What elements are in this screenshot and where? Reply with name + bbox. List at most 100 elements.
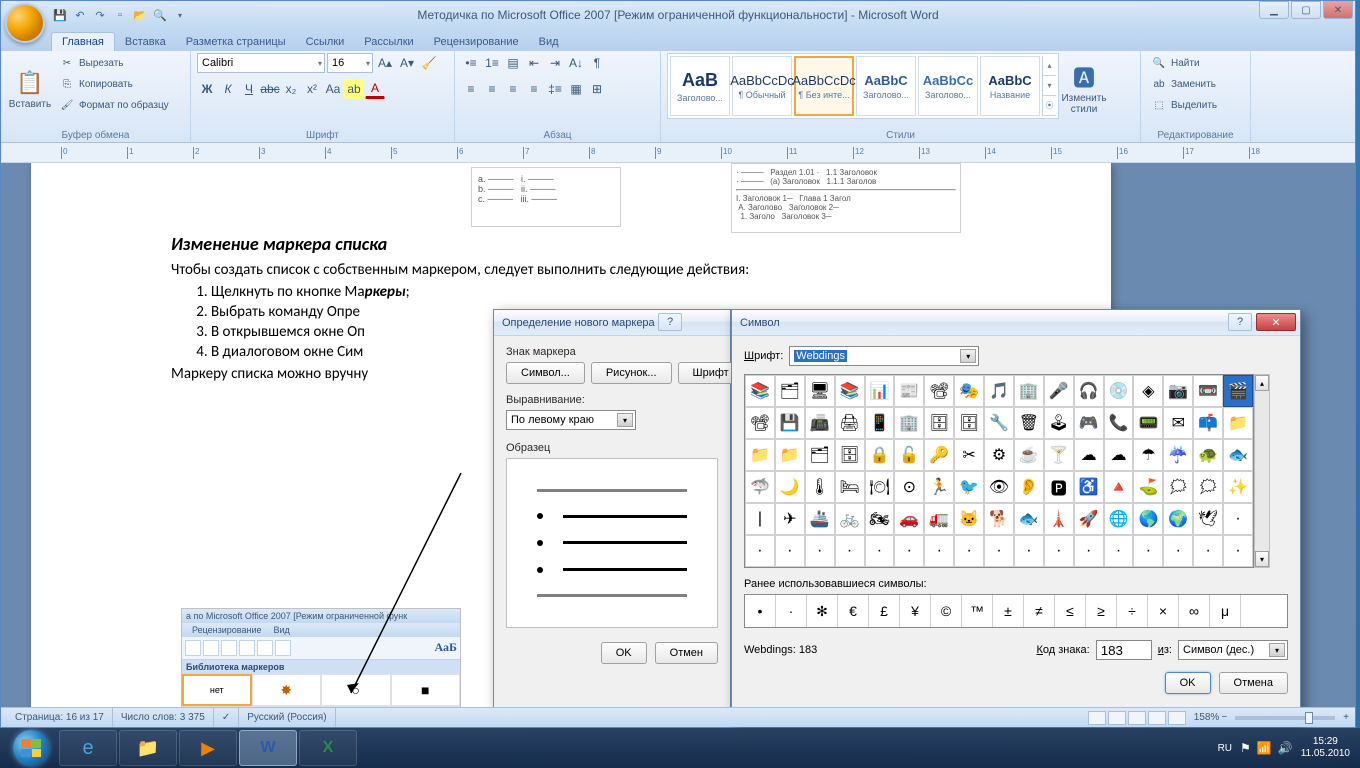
symbol-cell[interactable]: 📰 bbox=[894, 375, 924, 407]
symbol-cell[interactable]: 📷 bbox=[1163, 375, 1193, 407]
symbol-cell[interactable]: ✈ bbox=[775, 503, 805, 535]
help-button[interactable]: ? bbox=[658, 313, 682, 331]
justify-icon[interactable]: ≡ bbox=[524, 79, 544, 99]
recent-symbol[interactable]: ✻ bbox=[807, 595, 838, 627]
symbol-cell[interactable]: 👁 bbox=[984, 471, 1014, 503]
tab-mailings[interactable]: Рассылки bbox=[354, 33, 423, 51]
tray-network-icon[interactable]: 📶 bbox=[1257, 741, 1272, 755]
format-painter-button[interactable]: 🖌Формат по образцу bbox=[55, 95, 173, 115]
symbol-cell[interactable]: 🗄 bbox=[954, 407, 984, 439]
recent-symbol[interactable]: £ bbox=[869, 595, 900, 627]
tray-lang[interactable]: RU bbox=[1218, 743, 1232, 754]
symbol-cancel-button[interactable]: Отмена bbox=[1219, 672, 1288, 694]
tab-home[interactable]: Главная bbox=[51, 32, 115, 51]
symbol-cell[interactable]: 🐕 bbox=[984, 503, 1014, 535]
help-button[interactable]: ? bbox=[1228, 313, 1252, 331]
recent-symbols[interactable]: •·✻€£¥©™±≠≤≥÷×∞μ bbox=[744, 594, 1288, 628]
symbol-cell[interactable]: 🔺 bbox=[1104, 471, 1134, 503]
symbol-cell[interactable]: · bbox=[775, 535, 805, 567]
symbol-cell[interactable]: ⚙ bbox=[984, 439, 1014, 471]
symbol-cell[interactable]: · bbox=[1104, 535, 1134, 567]
qat-save-icon[interactable]: 💾 bbox=[51, 6, 69, 24]
style-item[interactable]: AaBЗаголово... bbox=[670, 56, 730, 116]
symbol-cell[interactable]: 🍸 bbox=[1044, 439, 1074, 471]
symbol-cell[interactable]: ✨ bbox=[1223, 471, 1253, 503]
zoom-out-icon[interactable]: − bbox=[1221, 712, 1227, 723]
symbol-cell[interactable]: 🚛 bbox=[924, 503, 954, 535]
symbol-cell[interactable]: ☁ bbox=[1104, 439, 1134, 471]
bold-icon[interactable]: Ж bbox=[197, 79, 217, 99]
view-draft-icon[interactable] bbox=[1168, 711, 1186, 725]
task-media[interactable]: ▶ bbox=[179, 730, 237, 766]
change-case-icon[interactable]: Aa bbox=[323, 79, 343, 99]
minimize-button[interactable]: ▁ bbox=[1259, 1, 1289, 19]
symbol-cell[interactable]: 🚲 bbox=[835, 503, 865, 535]
bullets-icon[interactable]: •≡ bbox=[461, 53, 481, 73]
symbol-cell[interactable]: ◈ bbox=[1133, 375, 1163, 407]
symbol-cell[interactable]: 🎬 bbox=[1223, 375, 1253, 407]
symbol-cell[interactable]: 🗼 bbox=[1044, 503, 1074, 535]
symbol-cell[interactable]: · bbox=[1074, 535, 1104, 567]
status-spellcheck[interactable]: ✓ bbox=[214, 708, 239, 727]
symbol-cell[interactable]: 🕹 bbox=[1044, 407, 1074, 439]
symbol-cell[interactable]: 🅿 bbox=[1044, 471, 1074, 503]
symbol-cell[interactable]: · bbox=[835, 535, 865, 567]
style-item[interactable]: AaBbCЗаголово... bbox=[856, 56, 916, 116]
symbol-cell[interactable]: · bbox=[894, 535, 924, 567]
symbol-scrollbar[interactable]: ▴ ▾ bbox=[1254, 374, 1270, 568]
symbol-cell[interactable]: 🏢 bbox=[894, 407, 924, 439]
symbol-cell[interactable]: · bbox=[1223, 503, 1253, 535]
symbol-cell[interactable]: 🎭 bbox=[954, 375, 984, 407]
symbol-cell[interactable]: · bbox=[924, 535, 954, 567]
align-right-icon[interactable]: ≡ bbox=[503, 79, 523, 99]
symbol-cell[interactable]: · bbox=[1163, 535, 1193, 567]
tab-view[interactable]: Вид bbox=[529, 33, 569, 51]
symbol-cell[interactable]: 📁 bbox=[1223, 407, 1253, 439]
symbol-cell[interactable]: 🗯 bbox=[1163, 471, 1193, 503]
symbol-cell[interactable]: 🔓 bbox=[894, 439, 924, 471]
symbol-cell[interactable]: 📞 bbox=[1104, 407, 1134, 439]
view-print-icon[interactable] bbox=[1088, 711, 1106, 725]
highlight-icon[interactable]: ab bbox=[344, 79, 364, 99]
tray-clock[interactable]: 15:29 11.05.2010 bbox=[1301, 736, 1350, 760]
tab-layout[interactable]: Разметка страницы bbox=[176, 33, 296, 51]
symbol-cell[interactable]: · bbox=[865, 535, 895, 567]
symbol-cell[interactable]: 🐢 bbox=[1193, 439, 1223, 471]
symbol-cell[interactable]: 📁 bbox=[775, 439, 805, 471]
symbol-cell[interactable]: 🦈 bbox=[745, 471, 775, 503]
symbol-cell[interactable]: · bbox=[1223, 535, 1253, 567]
symbol-cell[interactable]: ☔ bbox=[1163, 439, 1193, 471]
symbol-cell[interactable]: 🛏 bbox=[835, 471, 865, 503]
symbol-cell[interactable]: 🐟 bbox=[1223, 439, 1253, 471]
symbol-cell[interactable]: 🌍 bbox=[1163, 503, 1193, 535]
symbol-cell[interactable]: 💾 bbox=[775, 407, 805, 439]
task-ie[interactable]: e bbox=[59, 730, 117, 766]
symbol-cell[interactable]: ✉ bbox=[1163, 407, 1193, 439]
maximize-button[interactable]: ▢ bbox=[1291, 1, 1321, 19]
cut-button[interactable]: ✂Вырезать bbox=[55, 53, 173, 73]
gallery-down-icon[interactable]: ▾ bbox=[1043, 76, 1056, 96]
symbol-cell[interactable]: 🍽 bbox=[865, 471, 895, 503]
picture-button[interactable]: Рисунок... bbox=[591, 362, 672, 384]
task-excel[interactable]: X bbox=[299, 730, 357, 766]
status-language[interactable]: Русский (Россия) bbox=[239, 708, 335, 727]
start-button[interactable] bbox=[4, 728, 58, 768]
symbol-cell[interactable]: 🗑 bbox=[1014, 407, 1044, 439]
copy-button[interactable]: ⎘Копировать bbox=[55, 74, 173, 94]
symbol-cell[interactable]: ☕ bbox=[1014, 439, 1044, 471]
tray-flag-icon[interactable]: ⚑ bbox=[1240, 741, 1251, 755]
symbol-cell[interactable]: 🌙 bbox=[775, 471, 805, 503]
symbol-cell[interactable]: 🐟 bbox=[1014, 503, 1044, 535]
task-word[interactable]: W bbox=[239, 730, 297, 766]
symbol-cell[interactable]: 🌡 bbox=[805, 471, 835, 503]
recent-symbol[interactable]: © bbox=[931, 595, 962, 627]
borders-icon[interactable]: ⊞ bbox=[587, 79, 607, 99]
gallery-more-icon[interactable]: ⦿ bbox=[1043, 96, 1056, 116]
qat-open-icon[interactable]: 📂 bbox=[131, 6, 149, 24]
symbol-cell[interactable]: · bbox=[745, 535, 775, 567]
qat-new-icon[interactable]: ▫ bbox=[111, 6, 129, 24]
view-outline-icon[interactable] bbox=[1148, 711, 1166, 725]
align-center-icon[interactable]: ≡ bbox=[482, 79, 502, 99]
close-button[interactable]: ✕ bbox=[1323, 1, 1353, 19]
gallery-up-icon[interactable]: ▴ bbox=[1043, 56, 1056, 76]
